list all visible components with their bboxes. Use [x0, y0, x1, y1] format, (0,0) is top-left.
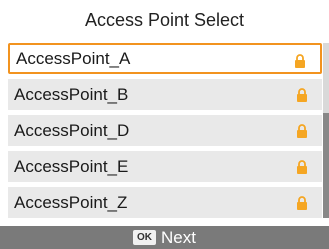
- page-title: Access Point Select: [0, 0, 329, 40]
- access-point-name: AccessPoint_D: [14, 120, 130, 140]
- page-title-text: Access Point Select: [84, 9, 245, 30]
- access-point-item-a[interactable]: AccessPoint_A: [8, 43, 322, 74]
- access-point-list: AccessPoint_A AccessPoint_B AccessPoint_…: [8, 43, 322, 218]
- footer-bar: OK Next: [0, 226, 329, 249]
- access-point-name: AccessPoint_B: [14, 84, 129, 104]
- access-point-name: AccessPoint_A: [16, 48, 131, 68]
- lock-icon: [297, 160, 307, 174]
- access-point-item-d[interactable]: AccessPoint_D: [8, 115, 322, 146]
- access-point-name: AccessPoint_Z: [14, 192, 128, 212]
- lock-icon: [297, 124, 307, 138]
- next-button[interactable]: Next: [161, 228, 196, 248]
- scrollbar-thumb[interactable]: [323, 113, 329, 218]
- access-point-item-e[interactable]: AccessPoint_E: [8, 151, 322, 182]
- access-point-item-b[interactable]: AccessPoint_B: [8, 79, 322, 110]
- lock-icon: [297, 88, 307, 102]
- access-point-name: AccessPoint_E: [14, 156, 129, 176]
- lock-icon: [297, 196, 307, 210]
- ok-key-icon: OK: [133, 230, 157, 245]
- list-scrollbar[interactable]: [323, 43, 329, 218]
- access-point-item-z[interactable]: AccessPoint_Z: [8, 187, 322, 218]
- lock-icon: [295, 54, 305, 68]
